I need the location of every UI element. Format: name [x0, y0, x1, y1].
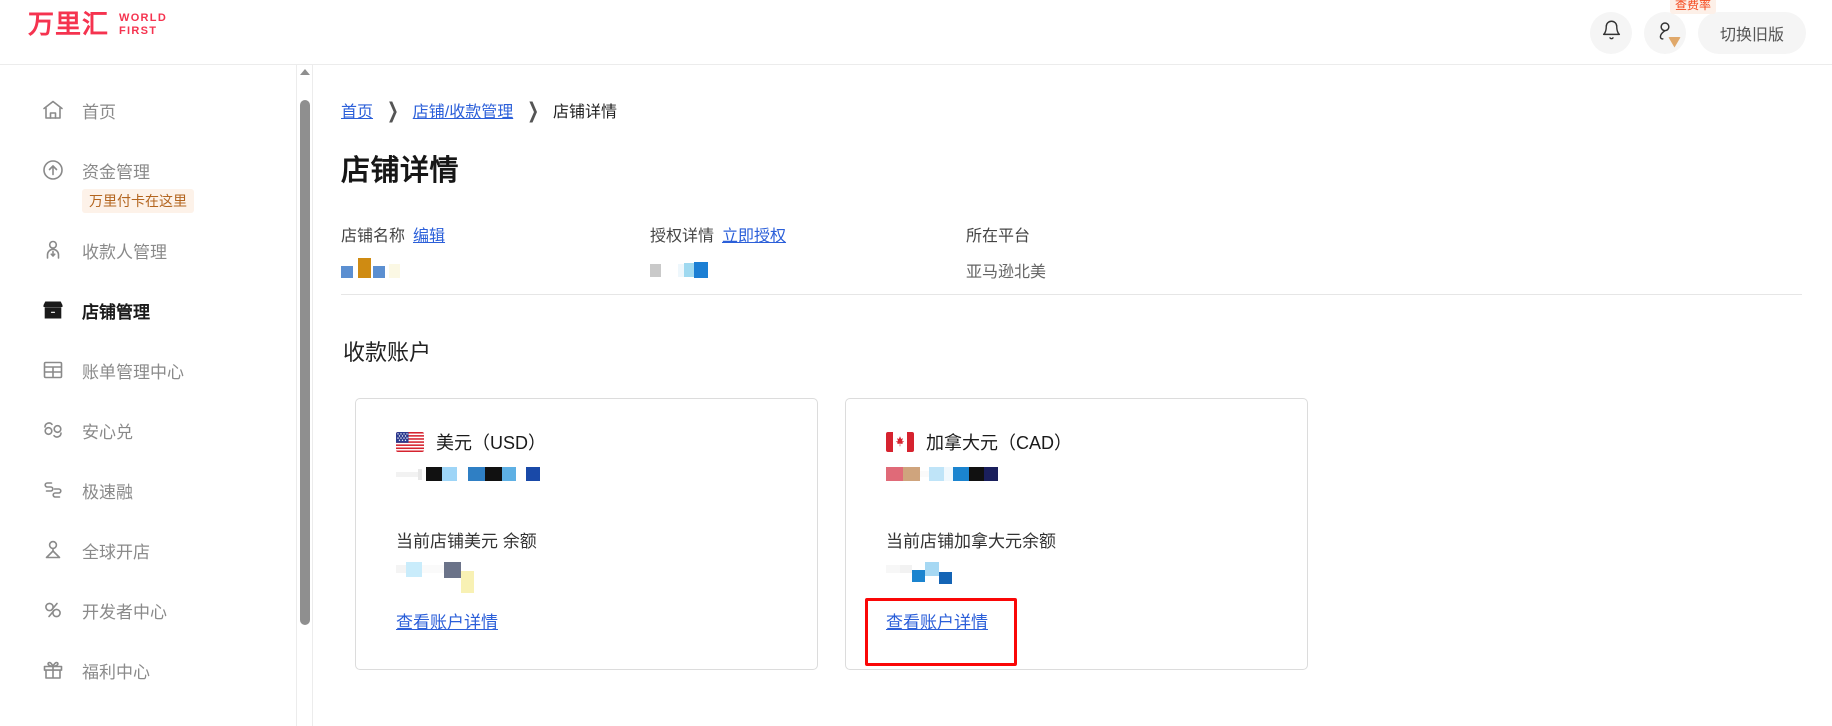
sidebar-item-label: 资金管理: [82, 158, 150, 183]
brand-logo-en-line1: WORLD: [119, 12, 167, 24]
top-header: 万里汇 WORLD FIRST: [0, 0, 1832, 65]
sidebar-item-funds[interactable]: 资金管理: [0, 147, 296, 193]
breadcrumb-item-home[interactable]: 首页: [341, 98, 373, 122]
developer-icon: [40, 597, 66, 623]
global-store-icon: [40, 537, 66, 563]
header-actions: 查费率 切换旧版: [1590, 0, 1806, 65]
home-icon: [40, 97, 66, 123]
currency-header: 美元（USD）: [396, 429, 817, 455]
nav-spacer: [0, 633, 296, 647]
sidebar-item-payee[interactable]: 收款人管理: [0, 227, 296, 273]
currency-name: 美元（USD）: [436, 429, 546, 455]
sidebar-item-label: 开发者中心: [82, 598, 167, 623]
gift-icon: [40, 657, 66, 683]
store-icon: [40, 297, 66, 323]
account-number-redacted-cad: [886, 467, 1307, 481]
balance-label-usd: 当前店铺美元 余额: [396, 527, 817, 552]
app-root: 万里汇 WORLD FIRST: [0, 0, 1832, 726]
section-divider: [341, 294, 1802, 295]
balance-value-redacted-usd: [396, 562, 817, 593]
currency-name: 加拿大元（CAD）: [926, 429, 1072, 455]
nav-spacer: [0, 393, 296, 407]
brand-logo-en: WORLD FIRST: [119, 12, 167, 38]
sidebar-item-label: 店铺管理: [82, 298, 150, 323]
brand-logo[interactable]: 万里汇 WORLD FIRST: [28, 12, 167, 38]
exchange-shield-icon: [40, 417, 66, 443]
sidebar-item-developer-center[interactable]: 开发者中心: [0, 587, 296, 633]
view-account-detail-link-cad[interactable]: 查看账户详情: [886, 608, 988, 633]
nav-spacer: [0, 273, 296, 287]
fee-rate-badge[interactable]: 查费率: [1670, 0, 1716, 14]
authorization-field: 授权详情 立即授权: [650, 222, 786, 278]
main-content: 首页 ❯ 店铺/收款管理 ❯ 店铺详情 店铺详情 店铺名称 编辑: [314, 65, 1832, 726]
balance-label-cad: 当前店铺加拿大元余额: [886, 527, 1307, 552]
authorize-now-link[interactable]: 立即授权: [722, 222, 786, 246]
account-card-cad[interactable]: 加拿大元（CAD） 当前店铺加拿大元余额: [845, 398, 1308, 670]
account-card-usd[interactable]: 美元（USD） 当前店铺美元 余额: [355, 398, 818, 670]
platform-label: 所在平台: [966, 222, 1030, 246]
sidebar-item-label: 安心兑: [82, 418, 133, 443]
view-account-detail-link-usd[interactable]: 查看账户详情: [396, 608, 498, 633]
chevron-right-icon: ❯: [527, 97, 539, 123]
upload-circle-icon: [40, 157, 66, 183]
nav-spacer: [0, 453, 296, 467]
sidebar-item-secure-exchange[interactable]: 安心兑: [0, 407, 296, 453]
switch-old-version-button[interactable]: 切换旧版: [1698, 12, 1806, 54]
notifications-button[interactable]: [1590, 12, 1632, 54]
sidebar-item-label: 首页: [82, 98, 116, 123]
sidebar-nav: 首页 资金管理 万里付卡在这里: [0, 65, 296, 693]
sidebar-scrollbar[interactable]: [297, 65, 313, 726]
bell-icon: [1601, 19, 1622, 46]
flag-us-icon: [396, 432, 424, 452]
fast-finance-icon: [40, 477, 66, 503]
scroll-up-arrow-icon[interactable]: [300, 69, 310, 75]
currency-header: 加拿大元（CAD）: [886, 429, 1307, 455]
nav-spacer: [0, 573, 296, 587]
breadcrumb-item-store-payment[interactable]: 店铺/收款管理: [413, 98, 513, 122]
nav-spacer: [0, 213, 296, 227]
sidebar-item-benefits-center[interactable]: 福利中心: [0, 647, 296, 693]
balance-value-redacted-cad: [886, 562, 1307, 584]
accounts-section-title: 收款账户: [343, 335, 1832, 367]
store-name-label-group: 店铺名称 编辑: [341, 222, 445, 246]
store-name-value-redacted: [341, 258, 445, 278]
payee-icon: [40, 237, 66, 263]
sidebar-item-global-store[interactable]: 全球开店: [0, 527, 296, 573]
chevron-right-icon: ❯: [387, 97, 399, 123]
breadcrumb-item-current: 店铺详情: [553, 98, 617, 122]
authorization-label-group: 授权详情 立即授权: [650, 222, 786, 246]
page-title: 店铺详情: [341, 147, 1832, 189]
sidebar-item-label: 福利中心: [82, 658, 150, 683]
sidebar-item-label: 极速融: [82, 478, 133, 503]
authorization-value-redacted: [650, 258, 786, 278]
platform-value: 亚马逊北美: [966, 258, 1046, 282]
scroll-thumb[interactable]: [300, 100, 310, 625]
sidebar-item-fast-finance[interactable]: 极速融: [0, 467, 296, 513]
brand-logo-en-line2: FIRST: [119, 25, 157, 37]
store-name-field: 店铺名称 编辑: [341, 222, 445, 278]
edit-store-name-link[interactable]: 编辑: [413, 222, 445, 246]
nav-spacer: [0, 133, 296, 147]
sidebar-item-store-management[interactable]: 店铺管理: [0, 287, 296, 333]
store-name-label: 店铺名称: [341, 222, 405, 246]
bill-icon: [40, 357, 66, 383]
accounts-card-list: 美元（USD） 当前店铺美元 余额: [355, 398, 1832, 670]
sidebar: 首页 资金管理 万里付卡在这里: [0, 65, 297, 726]
sidebar-item-bill-center[interactable]: 账单管理中心: [0, 347, 296, 393]
store-info-row: 店铺名称 编辑 授权详情 立即授权: [341, 222, 1832, 284]
brand-logo-cn: 万里汇: [28, 12, 109, 38]
user-account-button[interactable]: 查费率: [1644, 12, 1686, 54]
nav-spacer: [0, 333, 296, 347]
platform-field: 所在平台 亚马逊北美: [966, 222, 1046, 282]
sidebar-item-label: 收款人管理: [82, 238, 167, 263]
authorization-label: 授权详情: [650, 222, 714, 246]
account-number-redacted-usd: [396, 467, 817, 481]
nav-spacer: [0, 513, 296, 527]
sidebar-item-label: 账单管理中心: [82, 358, 184, 383]
breadcrumb: 首页 ❯ 店铺/收款管理 ❯ 店铺详情: [341, 98, 1832, 122]
sidebar-item-label: 全球开店: [82, 538, 150, 563]
sidebar-item-home[interactable]: 首页: [0, 87, 296, 133]
platform-label-group: 所在平台: [966, 222, 1046, 246]
flag-ca-icon: [886, 432, 914, 452]
